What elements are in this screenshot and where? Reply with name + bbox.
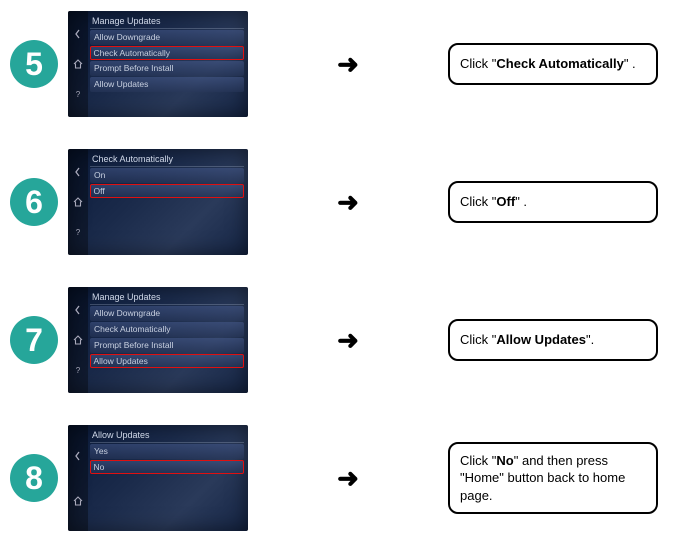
caption-pre: Click " xyxy=(460,453,496,468)
screen-title: Manage Updates xyxy=(90,15,244,29)
instruction-caption-6: Click "Off" . xyxy=(448,181,658,223)
arrow-icon: ➜ xyxy=(337,49,359,80)
device-content: Manage Updates Allow Downgrade Check Aut… xyxy=(90,15,244,113)
arrow-container: ➜ xyxy=(248,187,448,218)
back-icon xyxy=(72,166,84,178)
menu-item-highlighted: Allow Updates xyxy=(90,354,244,368)
arrow-container: ➜ xyxy=(248,49,448,80)
arrow-icon: ➜ xyxy=(337,187,359,218)
home-icon xyxy=(72,334,84,346)
instruction-caption-8: Click "No" and then press "Home" button … xyxy=(448,442,658,515)
device-screenshot-6: ? Check Automatically On Off xyxy=(68,149,248,255)
caption-bold: Check Automatically xyxy=(496,56,623,71)
instruction-caption-7: Click "Allow Updates". xyxy=(448,319,658,361)
screen-title: Allow Updates xyxy=(90,429,244,443)
device-screenshot-7: ? Manage Updates Allow Downgrade Check A… xyxy=(68,287,248,393)
step-6-row: 6 ? Check Automatically On Off ➜ Click "… xyxy=(0,146,676,258)
home-icon xyxy=(72,58,84,70)
menu-item: Check Automatically xyxy=(90,322,244,337)
caption-pre: Click " xyxy=(460,194,496,209)
back-icon xyxy=(72,450,84,462)
device-content: Manage Updates Allow Downgrade Check Aut… xyxy=(90,291,244,389)
step-7-row: 7 ? Manage Updates Allow Downgrade Check… xyxy=(0,284,676,396)
home-icon xyxy=(72,495,84,507)
caption-post: ". xyxy=(586,332,594,347)
caption-post: " . xyxy=(515,194,527,209)
menu-item-highlighted: No xyxy=(90,460,244,474)
back-icon xyxy=(72,28,84,40)
device-sidebar: ? xyxy=(68,287,88,393)
device-sidebar: ? xyxy=(68,149,88,255)
screen-title: Check Automatically xyxy=(90,153,244,167)
menu-item: Yes xyxy=(90,444,244,459)
menu-item: Allow Downgrade xyxy=(90,306,244,321)
device-content: Allow Updates Yes No xyxy=(90,429,244,527)
svg-text:?: ? xyxy=(76,366,81,375)
menu-item-highlighted: Off xyxy=(90,184,244,198)
instruction-caption-5: Click "Check Automatically" . xyxy=(448,43,658,85)
caption-bold: Off xyxy=(496,194,515,209)
svg-text:?: ? xyxy=(76,228,81,237)
help-icon: ? xyxy=(72,364,84,376)
step-5-row: 5 ? Manage Updates Allow Downgrade Check… xyxy=(0,8,676,120)
caption-post: " . xyxy=(624,56,636,71)
device-screenshot-8: Allow Updates Yes No xyxy=(68,425,248,531)
caption-bold: No xyxy=(496,453,513,468)
menu-item-highlighted: Check Automatically xyxy=(90,46,244,60)
back-icon xyxy=(72,304,84,316)
step-badge-7: 7 xyxy=(10,316,58,364)
menu-item: Allow Downgrade xyxy=(90,30,244,45)
menu-item: Prompt Before Install xyxy=(90,61,244,76)
arrow-icon: ➜ xyxy=(337,325,359,356)
menu-item: Prompt Before Install xyxy=(90,338,244,353)
device-screenshot-5: ? Manage Updates Allow Downgrade Check A… xyxy=(68,11,248,117)
menu-item: Allow Updates xyxy=(90,77,244,92)
arrow-container: ➜ xyxy=(248,325,448,356)
caption-pre: Click " xyxy=(460,56,496,71)
help-icon: ? xyxy=(72,226,84,238)
caption-bold: Allow Updates xyxy=(496,332,586,347)
step-badge-8: 8 xyxy=(10,454,58,502)
arrow-container: ➜ xyxy=(248,463,448,494)
arrow-icon: ➜ xyxy=(337,463,359,494)
caption-pre: Click " xyxy=(460,332,496,347)
device-sidebar xyxy=(68,425,88,531)
home-icon xyxy=(72,196,84,208)
menu-item: On xyxy=(90,168,244,183)
screen-title: Manage Updates xyxy=(90,291,244,305)
device-content: Check Automatically On Off xyxy=(90,153,244,251)
step-badge-5: 5 xyxy=(10,40,58,88)
step-8-row: 8 Allow Updates Yes No ➜ Click "No" and … xyxy=(0,422,676,534)
step-badge-6: 6 xyxy=(10,178,58,226)
device-sidebar: ? xyxy=(68,11,88,117)
svg-text:?: ? xyxy=(76,90,81,99)
help-icon: ? xyxy=(72,88,84,100)
